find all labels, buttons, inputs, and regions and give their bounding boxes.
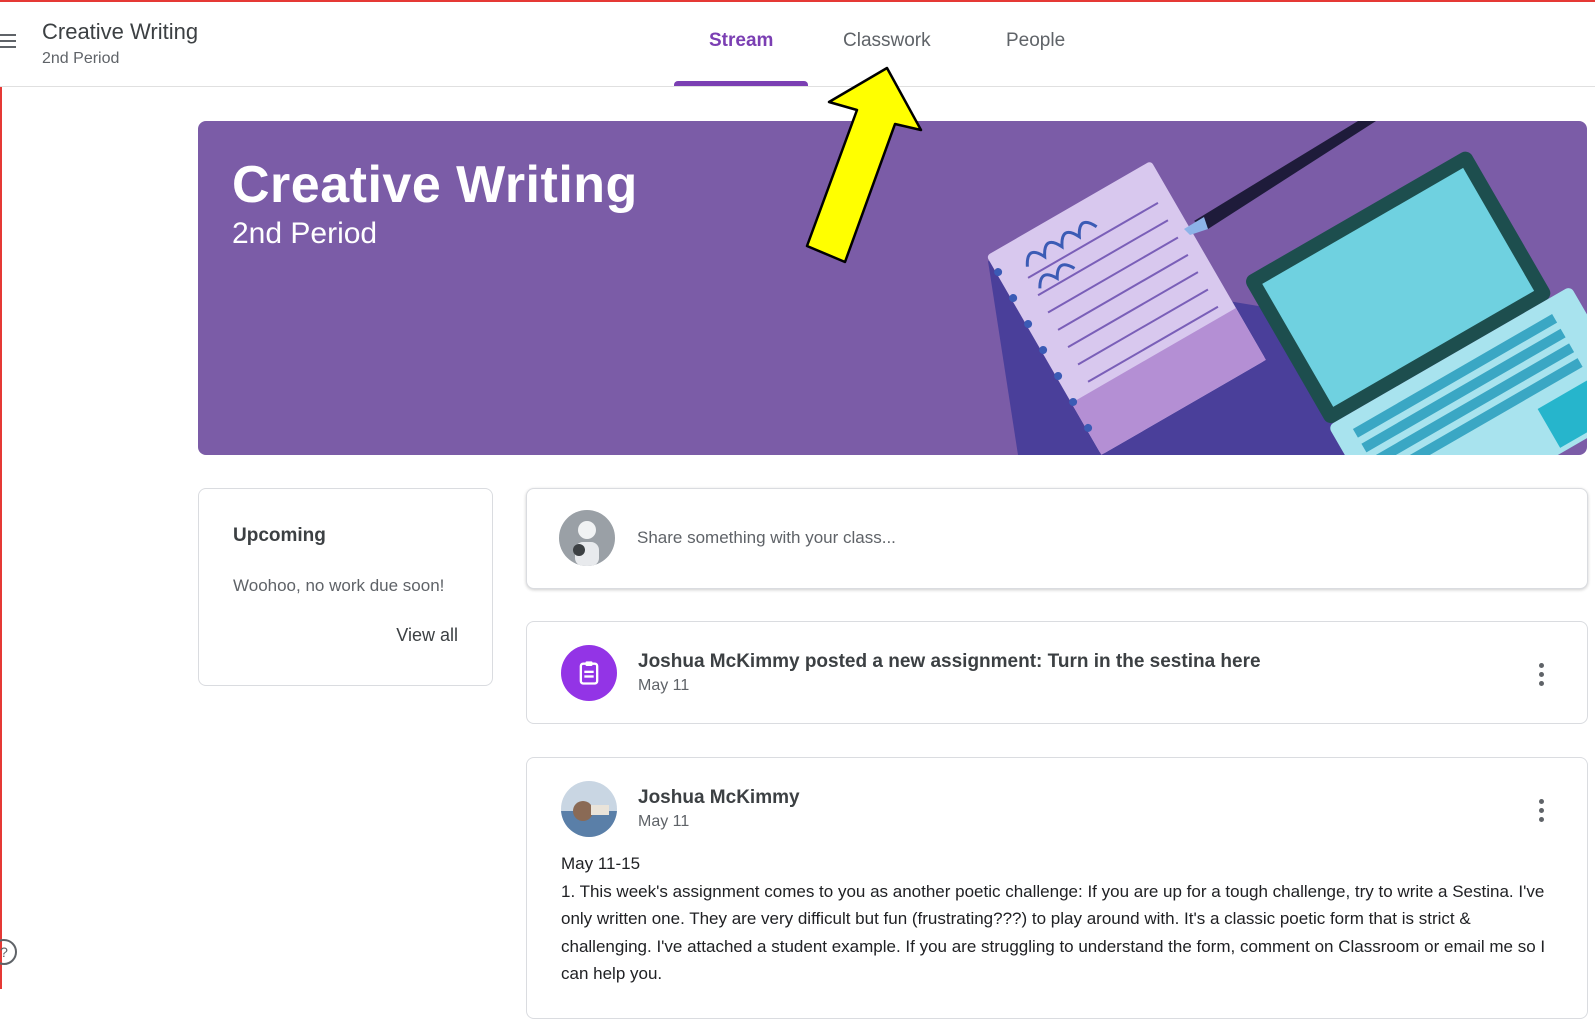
announcement-heading: May 11-15 <box>561 854 641 873</box>
share-placeholder[interactable]: Share something with your class... <box>637 528 896 548</box>
class-name[interactable]: Creative Writing <box>42 19 198 45</box>
assignment-post[interactable]: Joshua McKimmy posted a new assignment: … <box>526 621 1588 724</box>
user-avatar <box>559 510 615 566</box>
help-icon[interactable]: ? <box>0 939 17 965</box>
announcement-post: Joshua McKimmy May 11 May 11-15 1. This … <box>526 757 1588 1019</box>
tab-classwork[interactable]: Classwork <box>843 30 931 52</box>
more-options-icon[interactable] <box>1539 663 1545 690</box>
more-options-icon[interactable] <box>1539 799 1545 826</box>
hamburger-menu-icon[interactable] <box>0 34 16 50</box>
upcoming-card: Upcoming Woohoo, no work due soon! View … <box>198 488 493 686</box>
post-author: Joshua McKimmy <box>638 787 800 808</box>
banner-subtitle: 2nd Period <box>232 217 378 250</box>
tab-stream[interactable]: Stream <box>709 30 773 52</box>
announcement-text: 1. This week's assignment comes to you a… <box>561 881 1546 984</box>
post-date: May 11 <box>638 813 690 830</box>
upcoming-title: Upcoming <box>233 525 326 546</box>
top-app-bar: Creative Writing 2nd Period Stream Class… <box>0 2 1595 87</box>
screenshot-border-left <box>0 0 2 989</box>
tab-people[interactable]: People <box>1006 30 1065 52</box>
post-date: May 11 <box>638 677 690 694</box>
writing-illustration <box>987 121 1587 455</box>
class-banner: Creative Writing 2nd Period <box>198 121 1587 455</box>
upcoming-message: Woohoo, no work due soon! <box>233 576 445 595</box>
author-avatar <box>561 781 617 837</box>
active-tab-indicator <box>674 81 808 86</box>
assignment-title[interactable]: Joshua McKimmy posted a new assignment: … <box>638 651 1261 673</box>
banner-title: Creative Writing <box>232 156 638 214</box>
view-all-link[interactable]: View all <box>396 625 458 646</box>
share-announcement-box[interactable]: Share something with your class... <box>526 488 1588 589</box>
assignment-icon <box>561 645 617 701</box>
announcement-body: May 11-15 1. This week's assignment come… <box>561 850 1561 988</box>
class-section: 2nd Period <box>42 50 120 67</box>
